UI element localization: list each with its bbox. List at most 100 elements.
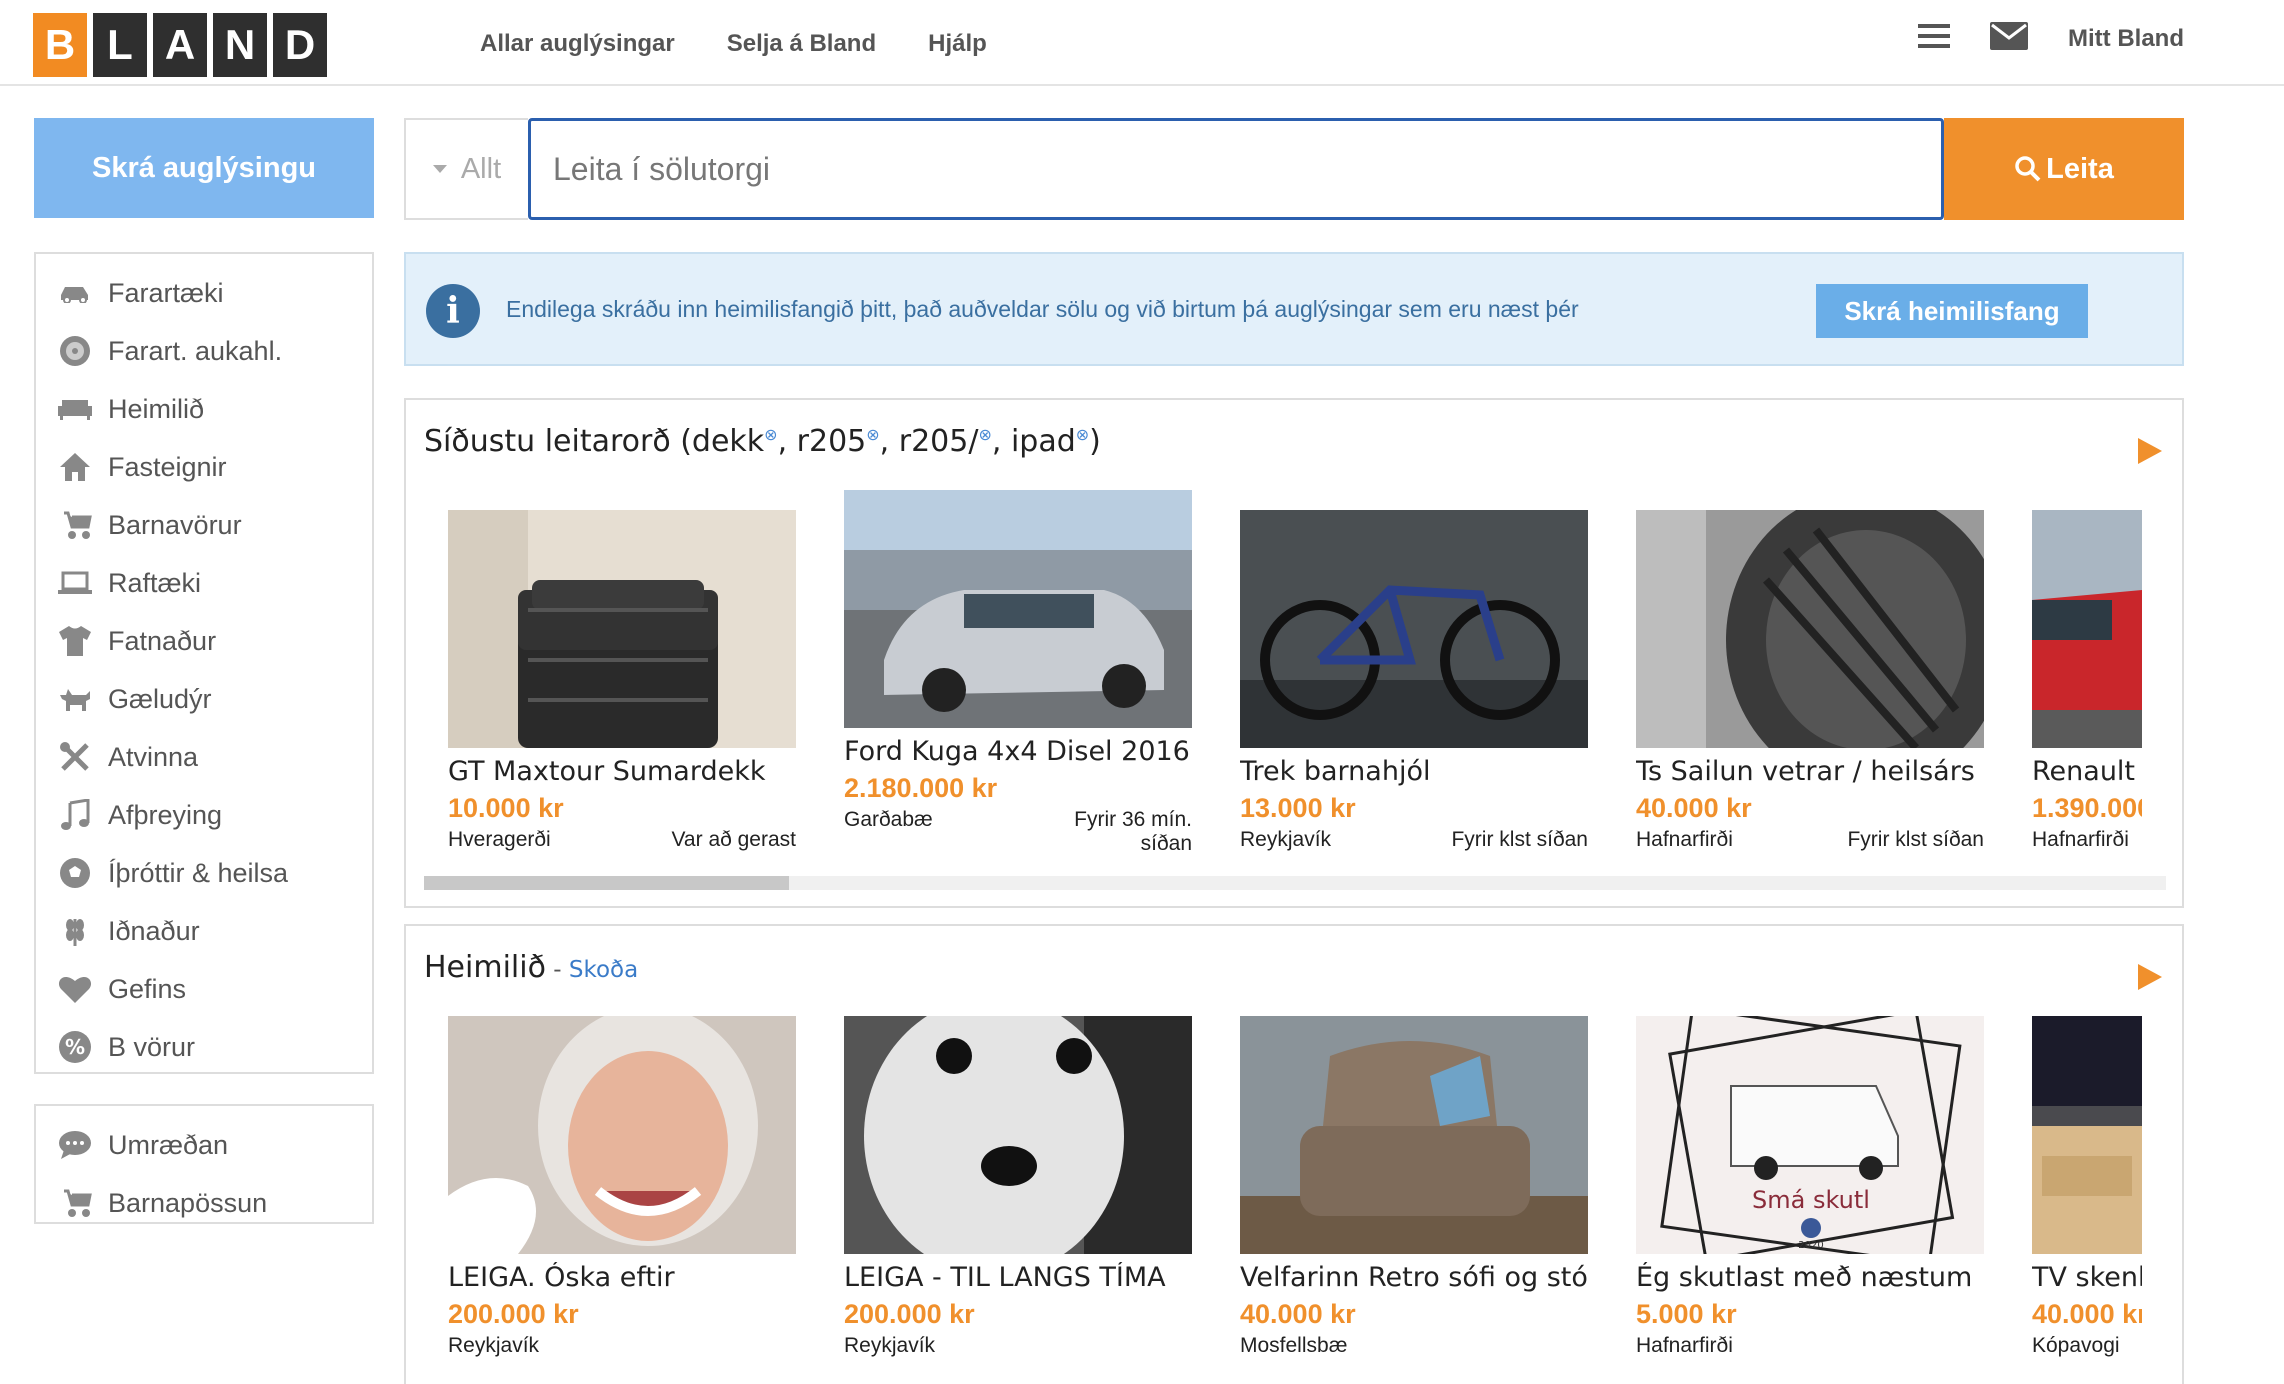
- listing-image: [844, 490, 1192, 728]
- listing-price: 40.000 kr: [1636, 793, 1752, 823]
- info-text: Endilega skráðu inn heimilisfangið þitt,…: [506, 296, 1579, 322]
- hamburger-menu-icon[interactable]: [1918, 22, 1951, 55]
- info-icon: i: [426, 284, 480, 338]
- search-bar: Allt Leita í sölutorgi Leita: [404, 118, 2184, 220]
- search-input[interactable]: Leita í sölutorgi: [528, 118, 1944, 220]
- listing-card[interactable]: GT Maxtour Sumardekk 10.000 kr Hveragerð…: [448, 510, 796, 852]
- category-industry[interactable]: Iðnaður: [36, 902, 372, 960]
- recent-carousel: GT Maxtour Sumardekk 10.000 kr Hveragerð…: [442, 400, 2142, 906]
- logo-letter: A: [153, 13, 207, 77]
- category-vehicle-parts[interactable]: Farart. aukahl.: [36, 322, 372, 380]
- logo-letter: B: [33, 13, 87, 77]
- page: B L A N D Allar auglýsingar Selja á Blan…: [0, 0, 2284, 1384]
- listing-title: TV skenkur: [2032, 1262, 2142, 1293]
- listing-time: Fyrir 36 mín. síðan: [1074, 808, 1192, 855]
- listing-title: Trek barnahjól: [1240, 756, 1431, 787]
- category-clothing[interactable]: Fatnaður: [36, 612, 372, 670]
- category-label: Barnavörur: [108, 509, 242, 540]
- listing-location: Hafnarfirði: [1636, 1334, 1733, 1357]
- listing-location: Hveragerði: [448, 828, 551, 851]
- listing-price: 10.000 kr: [448, 793, 564, 823]
- listing-title: Ts Sailun vetrar / heilsárs: [1636, 756, 1975, 787]
- listing-card[interactable]: LEIGA. Óska eftir 200.000 kr Reykjavík: [448, 1016, 796, 1358]
- listing-card[interactable]: Ts Sailun vetrar / heilsárs 40.000 kr Ha…: [1636, 510, 1984, 852]
- listing-title: Ég skutlast með næstum: [1636, 1262, 1973, 1293]
- home-section: Heimilið - Skoða LEIGA. Óska eftir 200.0…: [404, 924, 2184, 1384]
- category-vehicles[interactable]: Farartæki: [36, 264, 372, 322]
- listing-price: 5.000 kr: [1636, 1299, 1737, 1329]
- search-scope-label: Allt: [460, 152, 502, 185]
- nav-sell[interactable]: Selja á Bland: [727, 30, 876, 58]
- listing-title: Renault Cli: [2032, 756, 2142, 787]
- listing-image: [1240, 1016, 1588, 1254]
- category-label: Heimilið: [108, 393, 205, 424]
- dog-icon: [56, 680, 94, 718]
- category-label: Raftæki: [108, 567, 202, 598]
- nav-all-ads[interactable]: Allar auglýsingar: [480, 30, 675, 58]
- listing-card[interactable]: Renault Cli 1.390.000 Hafnarfirði: [2032, 510, 2142, 852]
- listing-card[interactable]: LEIGA - TIL LANGS TÍMA 200.000 kr Reykja…: [844, 1016, 1192, 1358]
- listing-location: Kópavogi: [2032, 1334, 2120, 1357]
- logo-letter: L: [93, 13, 147, 77]
- category-label: Barnapössun: [108, 1187, 268, 1218]
- speech-bubble-icon: [56, 1126, 94, 1164]
- listing-card[interactable]: TV skenkur 40.000 kr Kópavogi: [2032, 1016, 2142, 1358]
- category-label: Gefins: [108, 973, 187, 1004]
- category-real-estate[interactable]: Fasteignir: [36, 438, 372, 496]
- category-b-goods[interactable]: % B vörur: [36, 1018, 372, 1076]
- listing-image: [1240, 510, 1588, 748]
- register-address-button[interactable]: Skrá heimilisfang: [1816, 284, 2088, 338]
- category-label: Fatnaður: [108, 625, 217, 656]
- nav-help[interactable]: Hjálp: [928, 30, 987, 58]
- top-header: B L A N D Allar auglýsingar Selja á Blan…: [0, 0, 2284, 86]
- listing-price: 2.180.000 kr: [844, 773, 998, 803]
- category-kids[interactable]: Barnavörur: [36, 496, 372, 554]
- svg-text:%: %: [65, 1035, 85, 1059]
- listing-price: 200.000 kr: [448, 1299, 579, 1329]
- category-discussion[interactable]: Umræðan: [36, 1116, 372, 1174]
- listing-card[interactable]: Smá skutl 2020 Ég skutlast með næstum 5.0…: [1636, 1016, 1984, 1358]
- logo-letter: N: [213, 13, 267, 77]
- listing-time: Fyrir klst síðan: [1847, 828, 1984, 851]
- caret-down-icon: [432, 165, 447, 173]
- carousel-scrollbar[interactable]: [424, 876, 2166, 890]
- category-babysitting[interactable]: Barnapössun: [36, 1174, 372, 1232]
- register-ad-button[interactable]: Skrá auglýsingu: [34, 118, 374, 218]
- category-entertainment[interactable]: Afþreying: [36, 786, 372, 844]
- listing-location: Hafnarfirði: [2032, 828, 2129, 851]
- tools-icon: [56, 738, 94, 776]
- house-icon: [56, 448, 94, 486]
- category-free[interactable]: Gefins: [36, 960, 372, 1018]
- listing-title: LEIGA - TIL LANGS TÍMA: [844, 1262, 1166, 1293]
- bland-logo[interactable]: B L A N D: [33, 13, 327, 77]
- scrollbar-thumb[interactable]: [424, 876, 789, 890]
- category-label: Farart. aukahl.: [108, 335, 283, 366]
- listing-title: LEIGA. Óska eftir: [448, 1262, 675, 1293]
- category-electronics[interactable]: Raftæki: [36, 554, 372, 612]
- envelope-icon[interactable]: [1990, 22, 2029, 55]
- image-year-text: 2020: [1798, 1240, 1823, 1251]
- category-home[interactable]: Heimilið: [36, 380, 372, 438]
- search-button[interactable]: Leita: [1944, 118, 2184, 220]
- search-scope-dropdown[interactable]: Allt: [404, 118, 528, 220]
- category-label: Gæludýr: [108, 683, 212, 714]
- listing-card[interactable]: Ford Kuga 4x4 Disel 2016 2.180.000 kr Ga…: [844, 490, 1192, 856]
- listing-location: Reykjavík: [844, 1334, 936, 1357]
- category-sports[interactable]: Íþróttir & heilsa: [36, 844, 372, 902]
- listing-price: 40.000 kr: [1240, 1299, 1356, 1329]
- listing-image: [844, 1016, 1192, 1254]
- stroller-icon: [56, 1184, 94, 1222]
- category-label: B vörur: [108, 1031, 196, 1062]
- my-account-link[interactable]: Mitt Bland: [2068, 25, 2184, 53]
- stroller-icon: [56, 506, 94, 544]
- home-carousel: LEIGA. Óska eftir 200.000 kr Reykjavík L…: [442, 926, 2142, 1384]
- category-pets[interactable]: Gæludýr: [36, 670, 372, 728]
- recent-searches-section: Síðustu leitarorð (dekk⊗, r205⊗, r205/⊗,…: [404, 398, 2184, 908]
- listing-card[interactable]: Velfarinn Retro sófi og stóll 40.000 kr …: [1240, 1016, 1588, 1358]
- category-jobs[interactable]: Atvinna: [36, 728, 372, 786]
- listing-card[interactable]: Trek barnahjól 13.000 kr Reykjavík Fyrir …: [1240, 510, 1588, 852]
- listing-time: Fyrir klst síðan: [1451, 828, 1588, 851]
- category-label: Umræðan: [108, 1129, 229, 1160]
- listing-location: Hafnarfirði: [1636, 828, 1733, 851]
- header-actions: Mitt Bland: [1918, 22, 2184, 55]
